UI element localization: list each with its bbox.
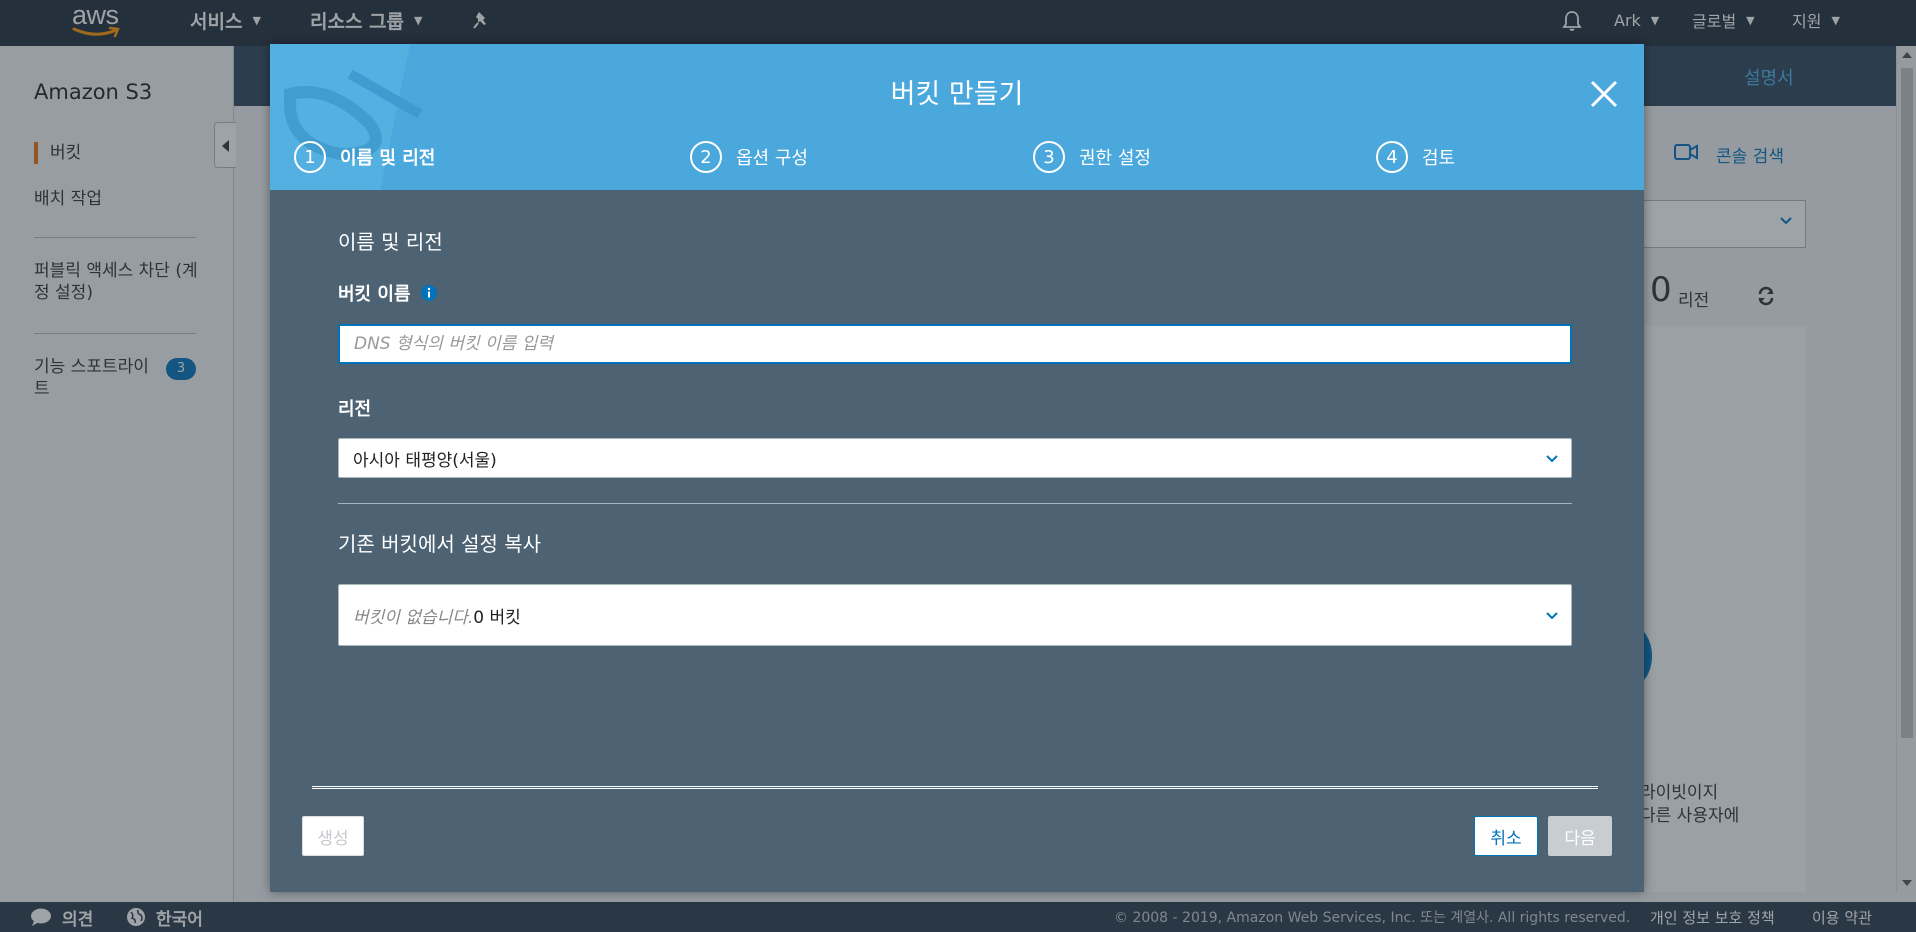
next-button[interactable]: 다음 xyxy=(1548,816,1612,856)
region-label: 리전 xyxy=(338,399,372,420)
chevron-down-icon xyxy=(1546,612,1558,620)
step-label: 이름 및 리전 xyxy=(340,148,436,169)
section-divider xyxy=(338,503,1572,504)
step-review[interactable]: 4 검토 xyxy=(1376,140,1455,174)
cancel-button[interactable]: 취소 xyxy=(1474,816,1538,856)
step-number: 3 xyxy=(1033,141,1065,173)
copy-settings-select[interactable]: 버킷이 없습니다. 0 버킷 xyxy=(338,584,1572,646)
dialog-title: 버킷 만들기 xyxy=(890,79,1024,110)
step-number: 1 xyxy=(294,141,326,173)
step-label: 권한 설정 xyxy=(1079,148,1151,169)
copy-settings-count: 0 버킷 xyxy=(473,607,521,628)
info-icon[interactable] xyxy=(420,284,438,302)
close-icon[interactable] xyxy=(1588,78,1620,110)
dialog-header: 버킷 만들기 1 이름 및 리전 2 옵션 구성 3 권한 설정 4 검토 xyxy=(270,44,1644,190)
step-number: 2 xyxy=(690,141,722,173)
region-select-value: 아시아 태평양(서울) xyxy=(353,450,497,471)
section-heading-copy-settings: 기존 버킷에서 설정 복사 xyxy=(338,532,542,556)
step-number: 4 xyxy=(1376,141,1408,173)
bucket-name-input[interactable] xyxy=(338,324,1572,364)
step-label: 검토 xyxy=(1422,148,1456,169)
bucket-name-label: 버킷 이름 xyxy=(338,284,411,305)
create-button[interactable]: 생성 xyxy=(302,816,364,856)
step-configure-options[interactable]: 2 옵션 구성 xyxy=(690,140,808,174)
chevron-down-icon xyxy=(1546,455,1558,463)
section-heading-name-region: 이름 및 리전 xyxy=(338,230,443,254)
copy-settings-placeholder: 버킷이 없습니다. xyxy=(353,607,474,628)
step-label: 옵션 구성 xyxy=(736,148,808,169)
create-bucket-dialog: 버킷 만들기 1 이름 및 리전 2 옵션 구성 3 권한 설정 4 검토 이름… xyxy=(270,44,1644,892)
dialog-footer-divider xyxy=(312,786,1598,789)
step-name-region[interactable]: 1 이름 및 리전 xyxy=(294,140,435,174)
region-select[interactable]: 아시아 태평양(서울) xyxy=(338,438,1572,478)
step-set-permissions[interactable]: 3 권한 설정 xyxy=(1033,140,1151,174)
